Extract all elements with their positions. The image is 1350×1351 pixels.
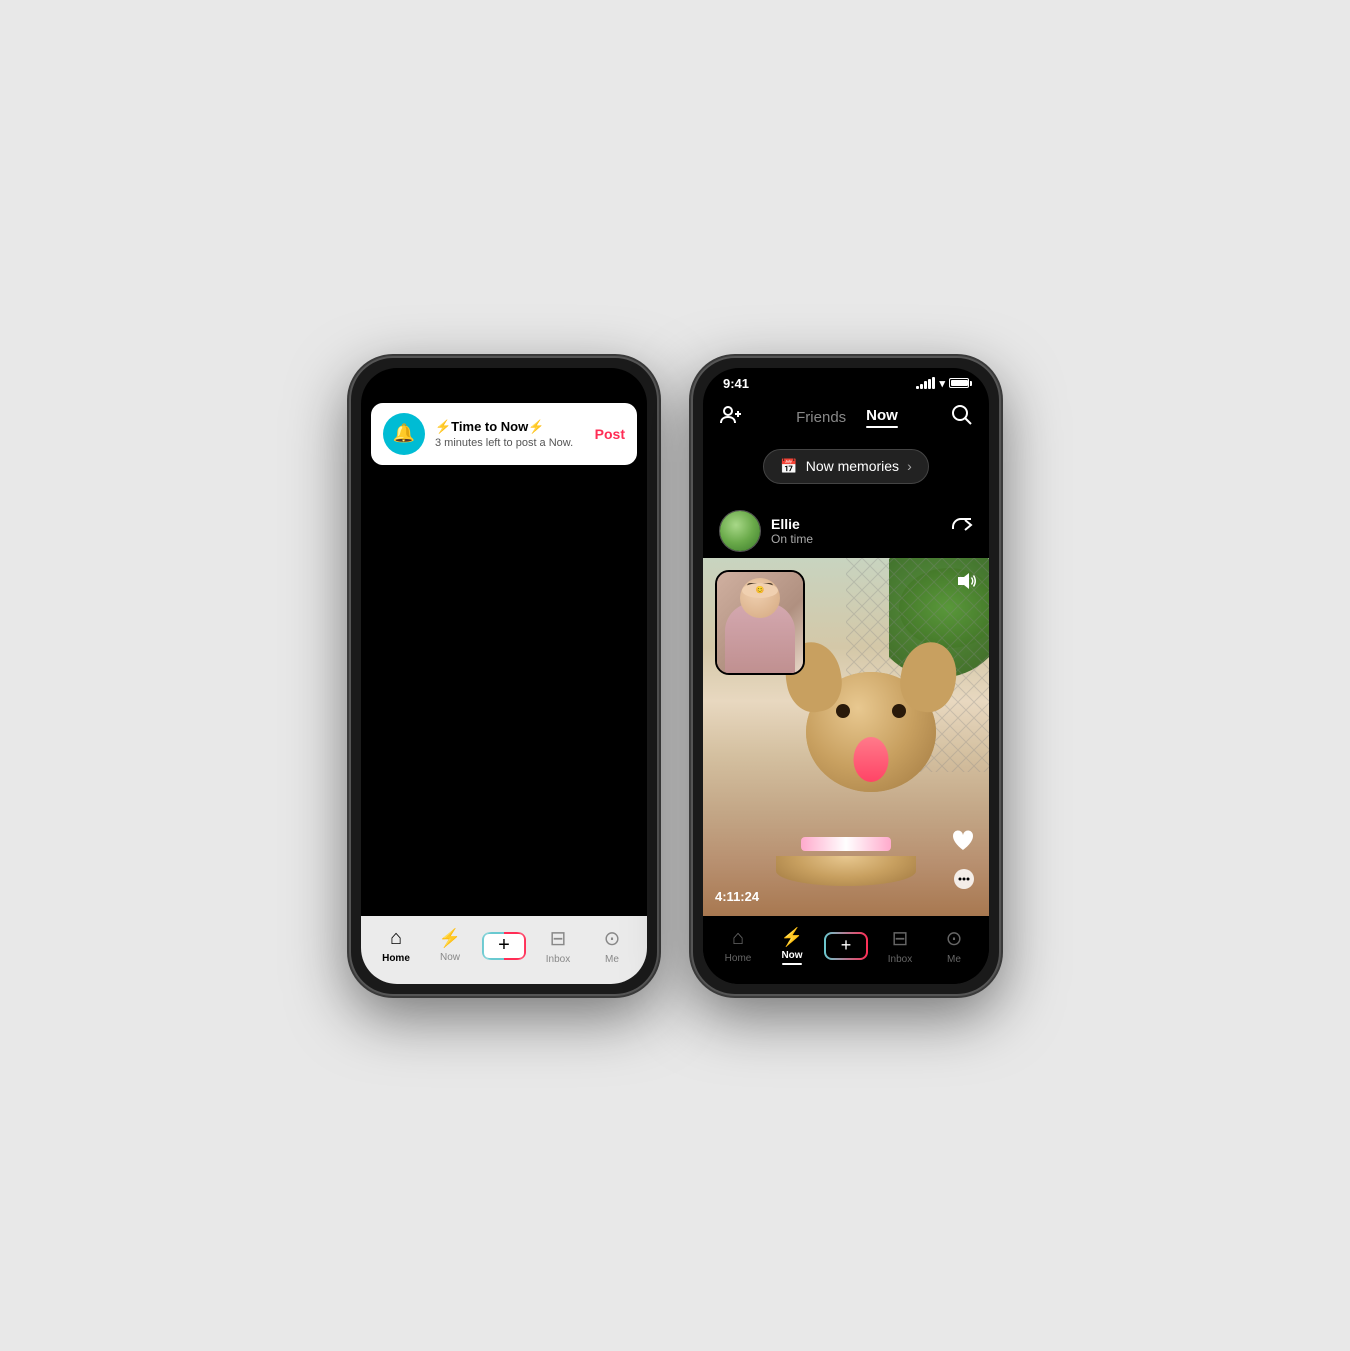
comment-button-2[interactable]	[951, 866, 977, 898]
nav-home-2[interactable]: ⌂ Home	[711, 927, 765, 964]
wifi-icon-2: ▾	[939, 377, 945, 390]
plus-button-2[interactable]: +	[824, 932, 868, 960]
selfie-inset-photo: 😊	[715, 570, 805, 675]
inbox-icon-2: ⊟	[892, 926, 909, 951]
post-status: On time	[771, 532, 813, 546]
post-username: Ellie	[771, 516, 813, 532]
nav-inbox-label-2: Inbox	[888, 954, 912, 965]
now-memories-label: Now memories	[806, 458, 899, 474]
nav-now-label-2: Now	[781, 950, 802, 961]
status-icons-2: ▾	[916, 377, 969, 390]
now-header: Friends Now	[703, 395, 989, 437]
notification-title: ⚡Time to Now⚡	[435, 419, 585, 435]
home-icon-1: ⌂	[390, 927, 402, 950]
signal-icon-1	[574, 377, 593, 389]
phone-2-screen: 9:41 ▾	[703, 368, 989, 984]
status-time-2: 9:41	[723, 376, 749, 391]
nav-home-label-2: Home	[725, 953, 752, 964]
sound-icon[interactable]	[955, 570, 977, 598]
nav-me-label-2: Me	[947, 954, 961, 965]
share-post-icon[interactable]	[951, 517, 973, 544]
dog-illustration	[756, 722, 936, 886]
nav-plus-1[interactable]: +	[477, 932, 531, 960]
notification-text: ⚡Time to Now⚡ 3 minutes left to post a N…	[435, 419, 585, 449]
nav-home-1[interactable]: ⌂ Home	[369, 927, 423, 964]
notification-banner[interactable]: 🔔 ⚡Time to Now⚡ 3 minutes left to post a…	[371, 403, 637, 465]
scene: 9:41 ▾ 🔔	[309, 316, 1041, 1036]
profile-icon-1: ⊙	[604, 926, 621, 951]
add-friend-button[interactable]	[719, 403, 743, 433]
battery-icon-2	[949, 378, 969, 388]
status-time-1: 9:41	[381, 376, 407, 391]
plus-button-1[interactable]: +	[482, 932, 526, 960]
status-bar-1: 9:41 ▾	[361, 368, 647, 395]
status-icons-1: ▾	[574, 377, 627, 390]
user-avatar-2[interactable]	[719, 510, 761, 552]
heart-button[interactable]	[949, 826, 977, 861]
search-button[interactable]	[951, 404, 973, 432]
nav-me-2[interactable]: ⊙ Me	[927, 926, 981, 965]
now-tab[interactable]: Now	[866, 407, 898, 428]
inbox-icon-1: ⊟	[550, 926, 567, 951]
bottom-nav-2: ⌂ Home ⚡ Now +	[703, 916, 989, 984]
phone-1-screen: 9:41 ▾ 🔔	[361, 368, 647, 984]
nav-now-1[interactable]: ⚡ Now	[423, 928, 477, 963]
status-bar-2: 9:41 ▾	[703, 368, 989, 395]
now-icon-2: ⚡	[781, 927, 803, 948]
nav-plus-2[interactable]: +	[819, 932, 873, 960]
nav-inbox-1[interactable]: ⊟ Inbox	[531, 926, 585, 965]
nav-now-2[interactable]: ⚡ Now	[765, 927, 819, 965]
nav-home-label-1: Home	[382, 953, 410, 964]
video-timestamp: 4:11:24	[715, 889, 759, 904]
nav-me-1[interactable]: ⊙ Me	[585, 926, 639, 965]
phone-2: 9:41 ▾	[691, 356, 1001, 996]
home-icon-2: ⌂	[732, 927, 744, 950]
notification-icon: 🔔	[383, 413, 425, 455]
nav-inbox-2[interactable]: ⊟ Inbox	[873, 926, 927, 965]
post-user-info: Ellie On time	[703, 500, 989, 558]
now-memories-button[interactable]: 📅 Now memories ›	[763, 449, 928, 484]
notification-subtitle: 3 minutes left to post a Now.	[435, 437, 585, 449]
notification-post-button[interactable]: Post	[595, 426, 625, 442]
nav-me-label-1: Me	[605, 954, 619, 965]
signal-icon-2	[916, 377, 935, 389]
nav-inbox-label-1: Inbox	[546, 954, 570, 965]
nav-now-label-1: Now	[440, 952, 460, 963]
memories-arrow-icon: ›	[907, 458, 912, 474]
calendar-icon: 📅	[780, 458, 797, 475]
battery-icon-1	[607, 378, 627, 388]
now-post-photo[interactable]: 😊 4:11:24	[703, 558, 989, 916]
now-icon-1: ⚡	[439, 928, 461, 949]
phone-1: 9:41 ▾ 🔔	[349, 356, 659, 996]
friends-tab[interactable]: Friends	[796, 409, 846, 426]
bottom-nav-1: ⌂ Home ⚡ Now + ⊟ Inbox	[361, 916, 647, 984]
profile-icon-2: ⊙	[946, 926, 963, 951]
wifi-icon-1: ▾	[597, 377, 603, 390]
